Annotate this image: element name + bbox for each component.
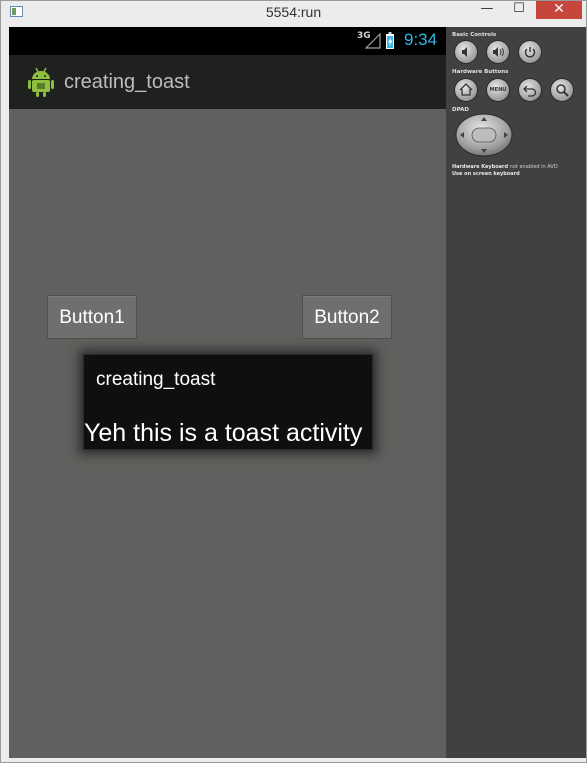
toast-popup: creating_toast Yeh this is a toast activ… (83, 354, 373, 450)
dpad-icon (455, 113, 513, 157)
emulator-window: 5554:run — ☐ ✕ 3G 9:34 creating_toast Bu… (0, 0, 587, 763)
minimize-button[interactable]: — (474, 1, 500, 19)
volume-down-icon (462, 47, 467, 57)
keyboard-note-rest: not enabled in AVD (508, 164, 558, 170)
volume-up-icon (493, 47, 504, 57)
close-button[interactable]: ✕ (536, 1, 582, 19)
status-clock: 9:34 (404, 30, 438, 49)
volume-up-button[interactable] (487, 41, 509, 63)
search-icon (556, 84, 569, 97)
toast-title: creating_toast (96, 369, 216, 390)
back-button[interactable] (519, 79, 541, 101)
emulator-controls-panel: Basic Controls Hardware Buttons MENU DPA… (446, 27, 586, 758)
menu-label: MENU (489, 87, 507, 93)
home-icon (459, 83, 473, 96)
device-screen[interactable]: 3G 9:34 creating_toast Button1 Button2 c… (9, 27, 446, 758)
keyboard-note: Hardware Keyboard not enabled in AVD Use… (452, 164, 582, 178)
status-bar: 3G 9:34 (9, 27, 446, 55)
power-icon (524, 47, 536, 58)
keyboard-note-line2: Use on screen keyboard (452, 171, 520, 177)
home-button[interactable] (455, 79, 477, 101)
dpad-control[interactable] (455, 113, 513, 157)
basic-controls-label: Basic Controls (452, 32, 497, 38)
android-app-icon[interactable] (27, 66, 55, 98)
toast-message: Yeh this is a toast activity (84, 419, 363, 447)
app-title: creating_toast (64, 71, 190, 93)
signal-icon (365, 33, 381, 49)
hardware-buttons-label: Hardware Buttons (452, 69, 509, 75)
volume-down-button[interactable] (455, 41, 477, 63)
button1[interactable]: Button1 (47, 295, 137, 339)
window-titlebar[interactable]: 5554:run — ☐ ✕ (1, 1, 586, 25)
search-button[interactable] (551, 79, 573, 101)
keyboard-note-bold: Hardware Keyboard (452, 164, 509, 170)
app-content: Button1 Button2 creating_toast Yeh this … (9, 109, 446, 758)
maximize-button[interactable]: ☐ (506, 1, 532, 19)
power-button[interactable] (519, 41, 541, 63)
button2[interactable]: Button2 (302, 295, 392, 339)
back-icon (523, 85, 537, 97)
battery-charging-icon (386, 32, 394, 49)
action-bar: creating_toast (9, 55, 446, 109)
menu-button[interactable]: MENU (487, 79, 509, 101)
